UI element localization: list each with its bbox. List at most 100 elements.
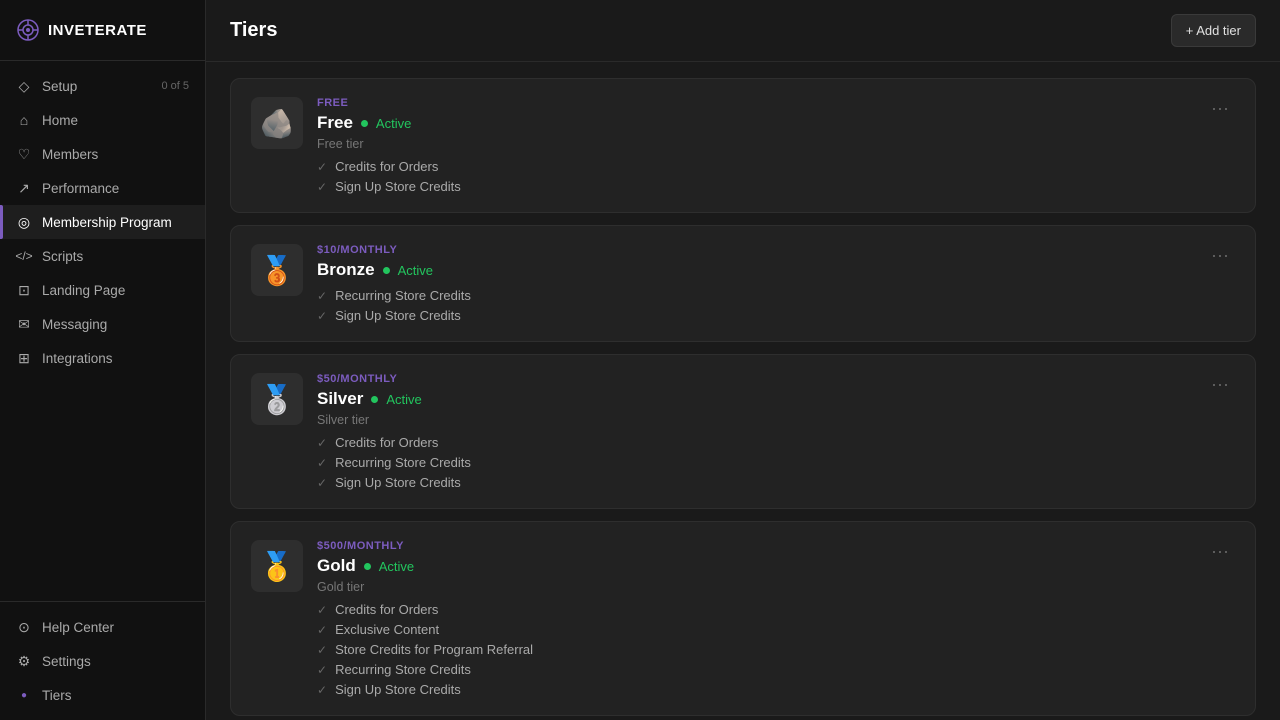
tier-price-label: FREE <box>317 97 1191 109</box>
tier-menu-button[interactable]: ··· <box>1205 373 1235 395</box>
sidebar-label-messaging: Messaging <box>42 317 107 332</box>
tiers-icon: ● <box>16 687 32 703</box>
tiers-list: 🪨 FREE Free Active Free tier ✓ Credits f… <box>206 62 1280 720</box>
sidebar-label-landing-page: Landing Page <box>42 283 125 298</box>
tier-features: ✓ Credits for Orders ✓ Sign Up Store Cre… <box>317 159 1191 194</box>
tier-feature: ✓ Credits for Orders <box>317 602 1191 617</box>
sidebar-label-integrations: Integrations <box>42 351 113 366</box>
membership-icon: ◎ <box>16 214 32 230</box>
tier-feature: ✓ Recurring Store Credits <box>317 455 1191 470</box>
logo[interactable]: INVETERATE <box>0 0 205 61</box>
sidebar-item-scripts[interactable]: </> Scripts <box>0 239 205 273</box>
feature-label: Recurring Store Credits <box>335 288 471 303</box>
setup-badge: 0 of 5 <box>161 80 189 92</box>
tier-info: FREE Free Active Free tier ✓ Credits for… <box>317 97 1191 194</box>
sidebar-item-settings[interactable]: ⚙ Settings <box>0 644 205 678</box>
tier-menu-button[interactable]: ··· <box>1205 97 1235 119</box>
check-icon: ✓ <box>317 603 327 617</box>
settings-icon: ⚙ <box>16 653 32 669</box>
help-center-icon: ⊙ <box>16 619 32 635</box>
tier-feature: ✓ Sign Up Store Credits <box>317 308 1191 323</box>
feature-label: Sign Up Store Credits <box>335 308 461 323</box>
status-dot <box>361 120 368 127</box>
check-icon: ✓ <box>317 663 327 677</box>
tier-card-gold: 🥇 $500/MONTHLY Gold Active Gold tier ✓ C… <box>230 521 1256 716</box>
page-title: Tiers <box>230 19 277 42</box>
sidebar-label-settings: Settings <box>42 654 91 669</box>
sidebar-item-setup[interactable]: ◇ Setup 0 of 5 <box>0 69 205 103</box>
tier-icon: 🥇 <box>251 540 303 592</box>
feature-label: Exclusive Content <box>335 622 439 637</box>
check-icon: ✓ <box>317 683 327 697</box>
tier-feature: ✓ Sign Up Store Credits <box>317 682 1191 697</box>
sidebar-nav: ◇ Setup 0 of 5 ⌂ Home ♡ Members ↗ Perfor… <box>0 61 205 601</box>
sidebar-item-performance[interactable]: ↗ Performance <box>0 171 205 205</box>
status-dot <box>364 563 371 570</box>
tier-name-row: Gold Active <box>317 556 1191 576</box>
members-icon: ♡ <box>16 146 32 162</box>
sidebar-label-membership: Membership Program <box>42 215 172 230</box>
check-icon: ✓ <box>317 456 327 470</box>
logo-text: INVETERATE <box>48 22 147 39</box>
tier-name: Silver <box>317 389 363 409</box>
tier-features: ✓ Credits for Orders ✓ Recurring Store C… <box>317 435 1191 490</box>
sidebar-bottom: ⊙ Help Center ⚙ Settings ● Tiers <box>0 601 205 720</box>
tier-feature: ✓ Sign Up Store Credits <box>317 179 1191 194</box>
feature-label: Sign Up Store Credits <box>335 475 461 490</box>
tier-description: Free tier <box>317 137 1191 151</box>
main-header: Tiers + Add tier <box>206 0 1280 62</box>
tier-name: Free <box>317 113 353 133</box>
tier-menu-button[interactable]: ··· <box>1205 244 1235 266</box>
feature-label: Sign Up Store Credits <box>335 682 461 697</box>
check-icon: ✓ <box>317 180 327 194</box>
tier-feature: ✓ Credits for Orders <box>317 159 1191 174</box>
check-icon: ✓ <box>317 436 327 450</box>
sidebar-item-messaging[interactable]: ✉ Messaging <box>0 307 205 341</box>
sidebar-item-integrations[interactable]: ⊞ Integrations <box>0 341 205 375</box>
sidebar-label-performance: Performance <box>42 181 119 196</box>
feature-label: Credits for Orders <box>335 435 438 450</box>
tier-name-row: Free Active <box>317 113 1191 133</box>
tier-name-row: Bronze Active <box>317 260 1191 280</box>
scripts-icon: </> <box>16 248 32 264</box>
tier-feature: ✓ Recurring Store Credits <box>317 662 1191 677</box>
performance-icon: ↗ <box>16 180 32 196</box>
tier-feature: ✓ Recurring Store Credits <box>317 288 1191 303</box>
tier-features: ✓ Credits for Orders ✓ Exclusive Content… <box>317 602 1191 697</box>
check-icon: ✓ <box>317 643 327 657</box>
integrations-icon: ⊞ <box>16 350 32 366</box>
sidebar-label-help: Help Center <box>42 620 114 635</box>
sidebar-item-membership-program[interactable]: ◎ Membership Program <box>0 205 205 239</box>
tier-price-label: $10/MONTHLY <box>317 244 1191 256</box>
sidebar-item-help-center[interactable]: ⊙ Help Center <box>0 610 205 644</box>
tier-status: Active <box>386 392 421 407</box>
home-icon: ⌂ <box>16 112 32 128</box>
tier-status: Active <box>379 559 414 574</box>
feature-label: Credits for Orders <box>335 602 438 617</box>
sidebar-item-tiers[interactable]: ● Tiers <box>0 678 205 712</box>
sidebar-label-tiers: Tiers <box>42 688 72 703</box>
tier-name-row: Silver Active <box>317 389 1191 409</box>
sidebar-item-home[interactable]: ⌂ Home <box>0 103 205 137</box>
feature-label: Recurring Store Credits <box>335 662 471 677</box>
tier-card-free: 🪨 FREE Free Active Free tier ✓ Credits f… <box>230 78 1256 213</box>
tier-icon: 🪨 <box>251 97 303 149</box>
setup-icon: ◇ <box>16 78 32 94</box>
tier-price-label: $50/MONTHLY <box>317 373 1191 385</box>
add-tier-button[interactable]: + Add tier <box>1171 14 1256 47</box>
feature-label: Sign Up Store Credits <box>335 179 461 194</box>
feature-label: Credits for Orders <box>335 159 438 174</box>
tier-status: Active <box>398 263 433 278</box>
sidebar-label-scripts: Scripts <box>42 249 83 264</box>
main-content: Tiers + Add tier 🪨 FREE Free Active Free… <box>206 0 1280 720</box>
sidebar-item-landing-page[interactable]: ⊡ Landing Page <box>0 273 205 307</box>
messaging-icon: ✉ <box>16 316 32 332</box>
sidebar-item-members[interactable]: ♡ Members <box>0 137 205 171</box>
tier-status: Active <box>376 116 411 131</box>
check-icon: ✓ <box>317 160 327 174</box>
tier-menu-button[interactable]: ··· <box>1205 540 1235 562</box>
tier-icon: 🥉 <box>251 244 303 296</box>
tier-info: $10/MONTHLY Bronze Active ✓ Recurring St… <box>317 244 1191 323</box>
logo-icon <box>16 18 40 42</box>
sidebar-label-members: Members <box>42 147 98 162</box>
